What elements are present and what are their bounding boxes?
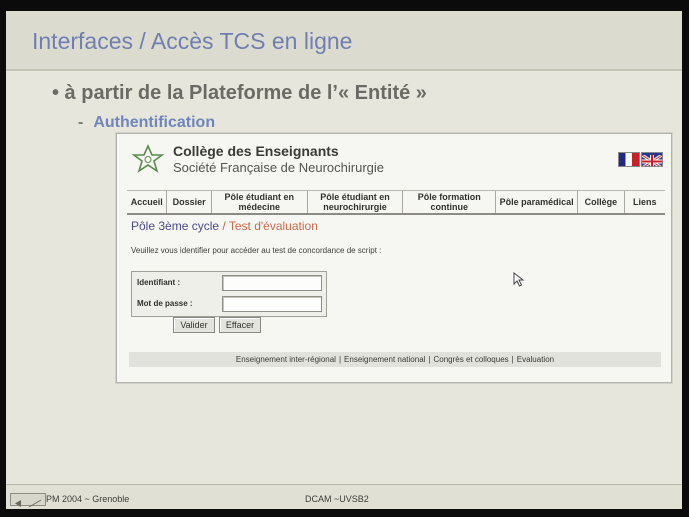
nav-item-liens[interactable]: Liens bbox=[625, 191, 665, 213]
footer-link-congres[interactable]: Congrès et colloques bbox=[434, 355, 509, 364]
french-flag-icon[interactable] bbox=[618, 152, 640, 167]
breadcrumb-root[interactable]: Pôle 3ème cycle bbox=[131, 219, 219, 233]
organization-subtitle: Société Française de Neurochirurgie bbox=[173, 160, 384, 175]
breadcrumb-current: Test d'évaluation bbox=[228, 219, 318, 233]
organization-name: Collège des Enseignants bbox=[173, 143, 339, 159]
sub-bullet-authentication: - Authentification bbox=[78, 114, 215, 132]
nav-item-dossier[interactable]: Dossier bbox=[167, 191, 212, 213]
footer-separator: | bbox=[338, 355, 342, 364]
website-screenshot: Collège des Enseignants Société Français… bbox=[116, 133, 672, 383]
uk-flag-icon[interactable] bbox=[641, 152, 663, 167]
footer-organization: DCAM ~UVSB2 bbox=[305, 494, 369, 504]
validate-button[interactable]: Valider bbox=[173, 317, 215, 333]
mouse-cursor-icon bbox=[513, 272, 525, 287]
sub-bullet-dash: - bbox=[78, 114, 84, 131]
password-input[interactable] bbox=[222, 296, 322, 312]
login-instruction: Veuillez vous identifier pour accéder au… bbox=[131, 246, 382, 255]
password-label: Mot de passe : bbox=[137, 299, 193, 308]
site-footer-links: Enseignement inter-régional | Enseigneme… bbox=[129, 352, 661, 367]
nav-item-pole-paramedical[interactable]: Pôle paramédical bbox=[496, 191, 579, 213]
slide-footer: PM 2004 ~ Grenoble DCAM ~UVSB2 bbox=[6, 484, 682, 509]
footer-separator: | bbox=[511, 355, 514, 364]
footer-link-inter-regional[interactable]: Enseignement inter-régional bbox=[236, 355, 336, 364]
sub-bullet-label: Authentification bbox=[93, 114, 216, 131]
nav-item-pole-medecine[interactable]: Pôle étudiant en médecine bbox=[212, 191, 308, 213]
login-form: Identifiant : Mot de passe : bbox=[131, 271, 327, 317]
identifier-input[interactable] bbox=[222, 275, 322, 291]
breadcrumb: Pôle 3ème cycle / Test d'évaluation bbox=[131, 219, 318, 233]
presentation-slide: Interfaces / Accès TCS en ligne • à part… bbox=[6, 11, 682, 509]
nav-item-college[interactable]: Collège bbox=[578, 191, 625, 213]
footer-event: PM 2004 ~ Grenoble bbox=[46, 494, 130, 504]
bullet-point-platform: • à partir de la Plateforme de l’« Entit… bbox=[52, 82, 427, 104]
identifier-label: Identifiant : bbox=[137, 278, 181, 287]
nav-item-accueil[interactable]: Accueil bbox=[127, 191, 168, 213]
nav-item-pole-neurochirurgie[interactable]: Pôle étudiant en neurochirurgie bbox=[308, 191, 404, 213]
breadcrumb-separator: / bbox=[222, 219, 226, 233]
star-logo-icon bbox=[131, 144, 165, 173]
footer-link-national[interactable]: Enseignement national bbox=[344, 355, 425, 364]
nav-item-pole-formation[interactable]: Pôle formation continue bbox=[403, 191, 497, 213]
slide-nav-icon[interactable] bbox=[10, 493, 46, 508]
main-navigation: Accueil Dossier Pôle étudiant en médecin… bbox=[127, 190, 665, 215]
slide-title: Interfaces / Accès TCS en ligne bbox=[32, 28, 353, 54]
footer-link-evaluation[interactable]: Evaluation bbox=[517, 355, 554, 364]
clear-button[interactable]: Effacer bbox=[219, 317, 261, 333]
slide-title-bar: Interfaces / Accès TCS en ligne bbox=[6, 11, 682, 71]
footer-separator: | bbox=[428, 355, 431, 364]
